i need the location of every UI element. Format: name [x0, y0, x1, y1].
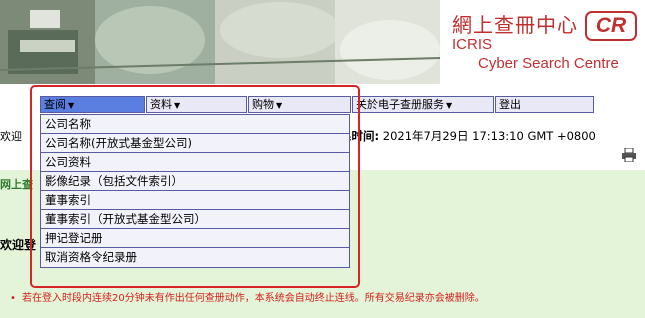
panel-title: 网上查	[0, 178, 33, 191]
tab-info-label: 资料	[150, 98, 172, 111]
menu-item-disqualification-register[interactable]: 取消资格令纪录册	[41, 248, 349, 267]
menu-item-director-index-ofc[interactable]: 董事索引（开放式基金型公司）	[41, 210, 349, 229]
brand-subtitle: Cyber Search Centre	[478, 55, 619, 72]
tab-search[interactable]: 查阅 ▼	[40, 96, 145, 113]
notice-bullet: •	[10, 293, 16, 304]
chevron-down-icon: ▼	[174, 101, 181, 110]
brand-chinese-title: 網上查冊中心	[452, 13, 578, 37]
tab-logout-label: 登出	[499, 98, 521, 111]
welcome-text: 欢迎	[0, 130, 22, 143]
time-value: 2021年7月29日 17:13:10 GMT +0800	[382, 129, 596, 143]
tab-shopping-label: 购物	[252, 98, 274, 111]
menu-item-company-info[interactable]: 公司资料	[41, 153, 349, 172]
session-notice: • 若在登入时段内连续20分钟未有作出任何查册动作，本系统会自动终止连线。所有交…	[10, 292, 642, 306]
menu-item-company-name[interactable]: 公司名称	[41, 115, 349, 134]
printer-icon[interactable]	[621, 148, 637, 162]
tab-info[interactable]: 资料 ▼	[146, 96, 247, 113]
tab-logout[interactable]: 登出	[495, 96, 594, 113]
cr-logo: CR	[585, 11, 637, 41]
menu-item-company-name-ofc[interactable]: 公司名称(开放式基金型公司)	[41, 134, 349, 153]
tab-about[interactable]: 关於电子查册服务 ▼	[352, 96, 494, 113]
tab-shopping[interactable]: 购物 ▼	[248, 96, 351, 113]
system-time: 系时间: 2021年7月29日 17:13:10 GMT +0800	[340, 128, 596, 144]
menu-item-charges-register[interactable]: 押记登记册	[41, 229, 349, 248]
search-dropdown-menu: 公司名称 公司名称(开放式基金型公司) 公司资料 影像纪录（包括文件索引） 董事…	[40, 114, 350, 268]
notice-text: 若在登入时段内连续20分钟未有作出任何查册动作，本系统会自动终止连线。所有交易纪…	[22, 293, 485, 304]
chevron-down-icon: ▼	[276, 101, 283, 110]
chevron-down-icon: ▼	[68, 101, 75, 110]
header-banner: 網上查冊中心 CR ICRIS Cyber Search Centre	[0, 0, 645, 84]
menu-item-director-index[interactable]: 董事索引	[41, 191, 349, 210]
tab-search-label: 查阅	[44, 98, 66, 111]
tab-about-label: 关於电子查册服务	[356, 98, 444, 111]
main-nav: 查阅 ▼ 资料 ▼ 购物 ▼ 关於电子查册服务 ▼ 登出	[40, 96, 595, 113]
welcome-login-heading: 欢迎登	[0, 238, 37, 252]
menu-item-image-records[interactable]: 影像纪录（包括文件索引）	[41, 172, 349, 191]
brand-icris: ICRIS	[452, 36, 493, 53]
chevron-down-icon: ▼	[446, 101, 453, 110]
